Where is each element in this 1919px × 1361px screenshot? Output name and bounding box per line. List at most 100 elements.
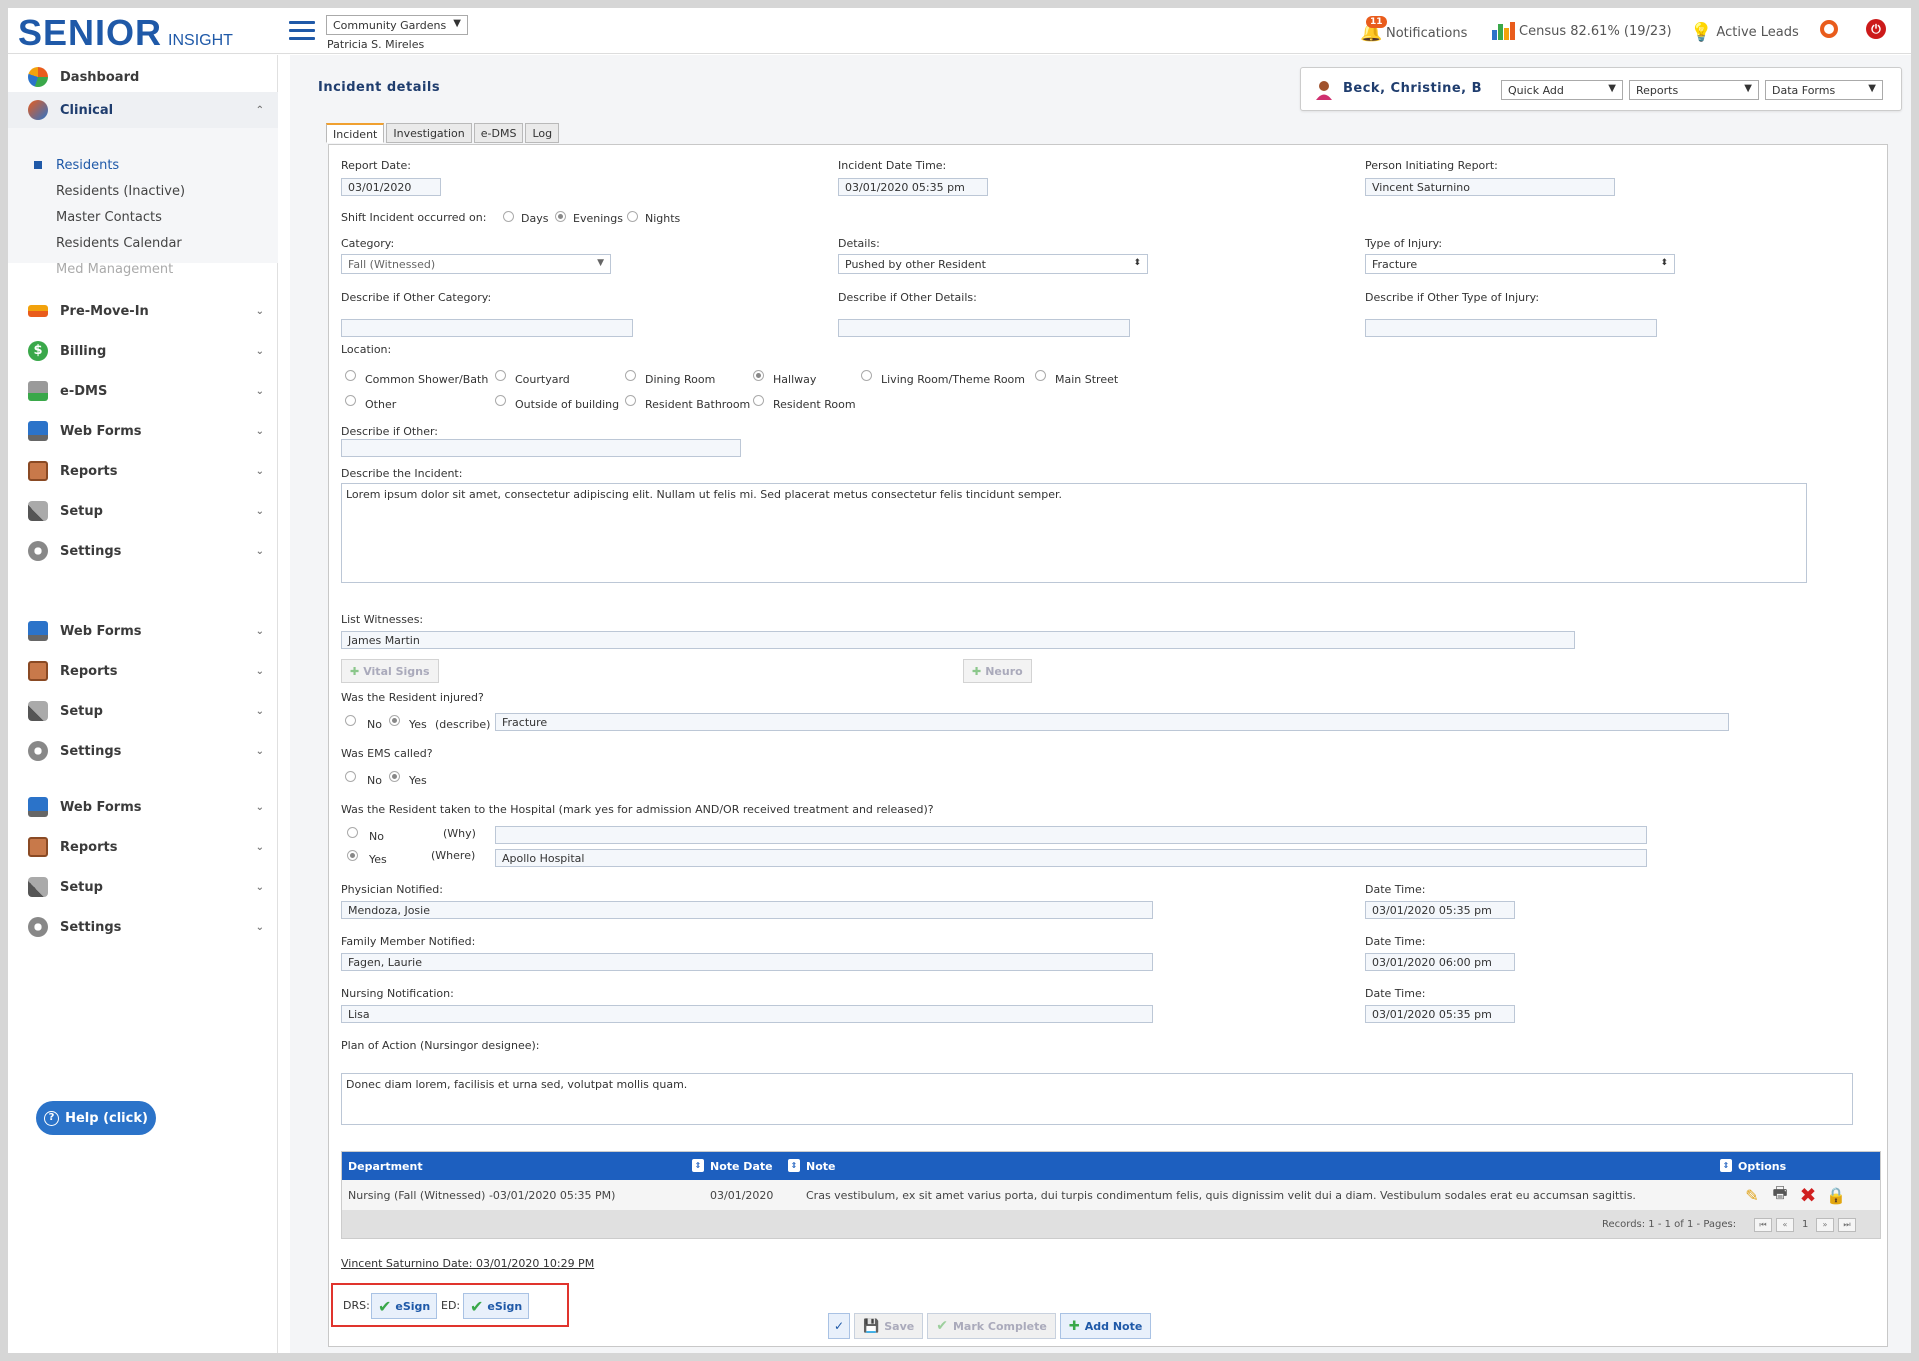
injury-type-select[interactable]: Fracture ⬍ — [1365, 254, 1675, 274]
col-note-date[interactable]: Note Date — [710, 1160, 773, 1173]
sidebar-item-pre-move-in[interactable]: Pre-Move-In ⌄ — [8, 293, 278, 329]
plan-textarea[interactable]: Donec diam lorem, facilisis et urna sed,… — [341, 1073, 1853, 1125]
sidebar-item-settings[interactable]: Settings ⌄ — [8, 733, 278, 769]
location-resident-room-radio[interactable] — [753, 395, 764, 406]
sidebar-item-billing[interactable]: $ Billing ⌄ — [8, 333, 278, 369]
witnesses-input[interactable]: James Martin — [341, 631, 1575, 649]
shift-days-radio[interactable] — [503, 211, 514, 222]
shift-nights-radio[interactable] — [627, 211, 638, 222]
vital-signs-button[interactable]: ✚ Vital Signs — [341, 659, 439, 683]
details-select[interactable]: Pushed by other Resident ⬍ — [838, 254, 1148, 274]
family-input[interactable]: Fagen, Laurie — [341, 953, 1153, 971]
active-leads-link[interactable]: 💡 Active Leads — [1690, 22, 1799, 43]
nursing-input[interactable]: Lisa — [341, 1005, 1153, 1023]
add-note-button[interactable]: ✚ Add Note — [1059, 1313, 1152, 1339]
reports-select[interactable]: Reports ▼ — [1629, 80, 1759, 100]
hospital-no-radio[interactable] — [347, 827, 358, 838]
sidebar-item-settings[interactable]: Settings ⌄ — [8, 533, 278, 569]
table-row[interactable]: Nursing (Fall (Witnessed) -03/01/2020 05… — [342, 1180, 1880, 1210]
delete-icon[interactable]: ✖ — [1798, 1183, 1818, 1207]
report-date-input[interactable]: 03/01/2020 — [341, 178, 441, 196]
tab-investigation[interactable]: Investigation — [386, 123, 472, 143]
other-injury-input[interactable] — [1365, 319, 1657, 337]
sidebar-item-setup[interactable]: Setup ⌄ — [8, 869, 278, 905]
location-resident-bathroom-radio[interactable] — [625, 395, 636, 406]
describe-incident-textarea[interactable]: Lorem ipsum dolor sit amet, consectetur … — [341, 483, 1807, 583]
first-page-icon[interactable]: ⏮ — [1754, 1218, 1772, 1232]
sidebar-sub-residents-calendar[interactable]: Residents Calendar — [8, 231, 278, 255]
printer-icon[interactable]: 🖶 — [1770, 1183, 1790, 1205]
col-department[interactable]: Department — [348, 1160, 423, 1173]
ed-esign-button[interactable]: ✔ eSign — [463, 1293, 530, 1319]
logout-button[interactable]: ⏻ — [1866, 19, 1886, 39]
other-details-input[interactable] — [838, 319, 1130, 337]
incident-datetime-input[interactable]: 03/01/2020 05:35 pm — [838, 178, 988, 196]
person-initiating-input[interactable]: Vincent Saturnino — [1365, 178, 1615, 196]
injury-description-input[interactable]: Fracture — [495, 713, 1729, 731]
support-button[interactable] — [1820, 20, 1838, 38]
category-select[interactable]: Fall (Witnessed) ▼ — [341, 254, 611, 274]
shift-evenings-radio[interactable] — [555, 211, 566, 222]
family-datetime-input[interactable]: 03/01/2020 06:00 pm — [1365, 953, 1515, 971]
sidebar-item-reports[interactable]: Reports ⌄ — [8, 829, 278, 865]
lock-icon[interactable]: 🔒 — [1826, 1185, 1846, 1205]
location-hallway-radio[interactable] — [753, 370, 764, 381]
location-dining-room-radio[interactable] — [625, 370, 636, 381]
tab-incident[interactable]: Incident — [326, 123, 385, 143]
hospital-where-input[interactable]: Apollo Hospital — [495, 849, 1647, 867]
describe-other-input[interactable] — [341, 439, 741, 457]
sidebar-item-web-forms[interactable]: Web Forms ⌄ — [8, 613, 278, 649]
menu-toggle-icon[interactable] — [289, 21, 315, 41]
sidebar-item-dashboard[interactable]: Dashboard — [8, 59, 278, 95]
neuro-button[interactable]: ✚ Neuro — [963, 659, 1032, 683]
col-note[interactable]: Note — [806, 1160, 835, 1173]
location-outside-radio[interactable] — [495, 395, 506, 406]
location-common-shower-radio[interactable] — [345, 370, 356, 381]
sidebar-item-setup[interactable]: Setup ⌄ — [8, 493, 278, 529]
physician-datetime-input[interactable]: 03/01/2020 05:35 pm — [1365, 901, 1515, 919]
injured-no-radio[interactable] — [345, 715, 356, 726]
prev-page-icon[interactable]: « — [1776, 1218, 1794, 1232]
sidebar-item-e-dms[interactable]: e-DMS ⌄ — [8, 373, 278, 409]
sort-icon[interactable]: ⇕ — [788, 1159, 800, 1172]
location-other-radio[interactable] — [345, 395, 356, 406]
sidebar-item-web-forms[interactable]: Web Forms ⌄ — [8, 789, 278, 825]
sort-icon[interactable]: ⇕ — [1720, 1159, 1732, 1172]
census-link[interactable]: Census 82.61% (19/23) — [1492, 22, 1672, 40]
spellcheck-button[interactable]: ✓ — [828, 1313, 851, 1339]
sidebar-item-reports[interactable]: Reports ⌄ — [8, 453, 278, 489]
hospital-why-input[interactable] — [495, 826, 1647, 844]
sort-icon[interactable]: ⇕ — [692, 1159, 704, 1172]
physician-input[interactable]: Mendoza, Josie — [341, 901, 1153, 919]
tab-e-dms[interactable]: e-DMS — [473, 123, 524, 143]
help-button[interactable]: ? Help (click) — [36, 1101, 156, 1135]
nursing-datetime-input[interactable]: 03/01/2020 05:35 pm — [1365, 1005, 1515, 1023]
quick-add-select[interactable]: Quick Add ▼ — [1501, 80, 1623, 100]
sidebar-sub-master-contacts[interactable]: Master Contacts — [8, 205, 278, 229]
community-select[interactable]: Community Gardens ▼ — [326, 15, 468, 35]
other-category-input[interactable] — [341, 319, 633, 337]
sidebar-item-web-forms[interactable]: Web Forms ⌄ — [8, 413, 278, 449]
save-button[interactable]: 💾 Save — [854, 1313, 924, 1339]
location-living-room-radio[interactable] — [861, 370, 872, 381]
location-main-street-radio[interactable] — [1035, 370, 1046, 381]
hospital-yes-radio[interactable] — [347, 850, 358, 861]
sidebar-item-setup[interactable]: Setup ⌄ — [8, 693, 278, 729]
data-forms-select[interactable]: Data Forms ▼ — [1765, 80, 1883, 100]
sidebar-item-reports[interactable]: Reports ⌄ — [8, 653, 278, 689]
ems-no-radio[interactable] — [345, 771, 356, 782]
mark-complete-button[interactable]: ✔ Mark Complete — [927, 1313, 1056, 1339]
next-page-icon[interactable]: » — [1816, 1218, 1834, 1232]
edit-pencil-icon[interactable]: ✎ — [1742, 1185, 1762, 1205]
drs-esign-button[interactable]: ✔ eSign — [371, 1293, 438, 1319]
sidebar-sub-residents[interactable]: Residents — [8, 153, 278, 177]
sidebar-sub-residents-inactive[interactable]: Residents (Inactive) — [8, 179, 278, 203]
sidebar-sub-med-management[interactable]: Med Management — [8, 257, 278, 281]
sidebar-item-clinical[interactable]: Clinical ⌃ — [8, 92, 278, 128]
ems-yes-radio[interactable] — [389, 771, 400, 782]
resident-name[interactable]: Beck, Christine, B — [1343, 81, 1482, 96]
tab-log[interactable]: Log — [525, 123, 560, 143]
notifications-link[interactable]: 🔔 11 Notifications — [1360, 16, 1467, 44]
sidebar-item-settings[interactable]: Settings ⌄ — [8, 909, 278, 945]
last-page-icon[interactable]: ⏭ — [1838, 1218, 1856, 1232]
